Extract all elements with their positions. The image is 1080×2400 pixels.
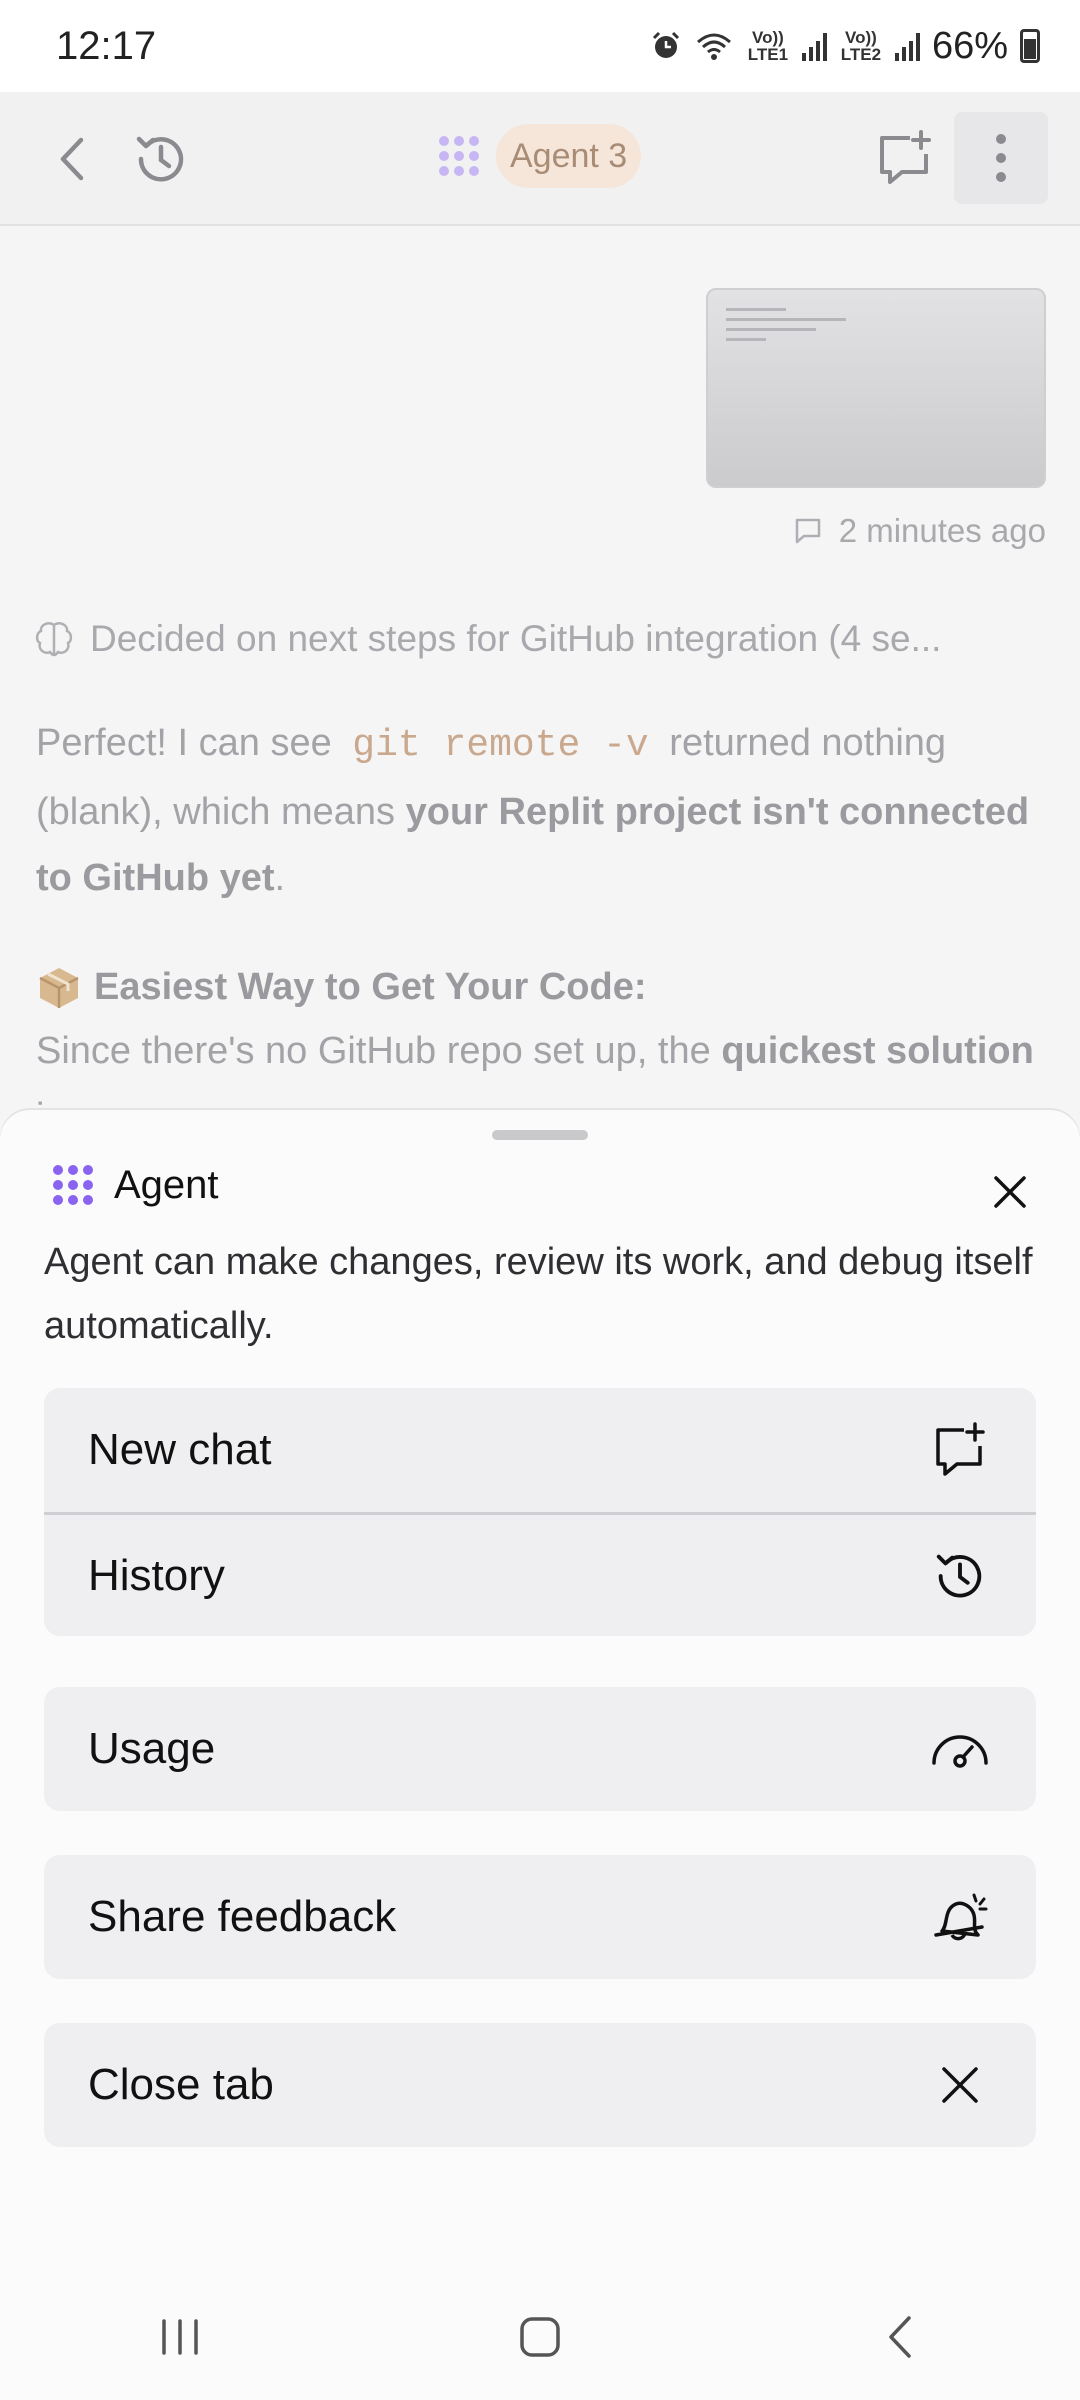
clock: 12:17 [56, 23, 157, 68]
chat-actions-group: New chat History [44, 1388, 1036, 1636]
agent-version-badge: Agent 3 [496, 124, 642, 188]
recents-icon [162, 2318, 198, 2355]
signal2-icon [894, 31, 920, 61]
sim1-label: Vo)) LTE1 [747, 28, 789, 64]
package-icon [39, 968, 79, 1008]
message-paragraph-1: Perfect! I can see git remote -v returne… [36, 710, 1046, 911]
new-chat-icon [880, 130, 931, 184]
sheet-drag-handle[interactable] [492, 1130, 588, 1140]
agent-bottom-sheet: Agent Agent can make changes, review its… [0, 1110, 1080, 2273]
new-chat-icon [928, 1418, 992, 1482]
history-menu-item[interactable]: History [44, 1512, 1036, 1636]
p1-text: Perfect! I can see [36, 722, 332, 764]
wifi-icon [696, 33, 731, 60]
usage-label: Usage [88, 1724, 216, 1773]
back-icon [889, 2315, 911, 2358]
close-tab-group: Close tab [44, 2023, 1036, 2147]
close-icon [928, 2053, 992, 2117]
close-tab-label: Close tab [88, 2060, 274, 2109]
p2-text: Since there's no GitHub repo set up, the [36, 1030, 711, 1072]
alarm-icon [652, 31, 679, 58]
screenshot-attachment[interactable] [706, 288, 1046, 488]
timestamp-text: 2 minutes ago [838, 512, 1046, 549]
system-back-button[interactable] [840, 2297, 960, 2377]
battery-percent: 66% [931, 24, 1008, 67]
recent-apps-button[interactable] [120, 2297, 240, 2377]
share-feedback-menu-item[interactable]: Share feedback [44, 1855, 1036, 1979]
agent-logo-icon [439, 136, 479, 176]
close-icon [994, 1176, 1026, 1208]
heading-text: Easiest Way to Get Your Code: [94, 966, 647, 1008]
back-button[interactable] [28, 114, 118, 204]
inline-code: git remote -v [352, 724, 649, 767]
more-vert-icon [996, 134, 1006, 182]
message-heading: Easiest Way to Get Your Code: [36, 954, 1046, 1020]
feedback-group: Share feedback [44, 1855, 1036, 1979]
agent-logo-icon [53, 1165, 93, 1205]
new-chat-button[interactable] [860, 114, 950, 204]
app-header: Agent 3 [0, 92, 1080, 226]
battery-icon [1020, 29, 1040, 63]
close-tab-menu-item[interactable]: Close tab [44, 2023, 1036, 2147]
p1-end: . [274, 857, 286, 899]
share-feedback-label: Share feedback [88, 1892, 397, 1941]
p2-end: is: [36, 1096, 74, 1108]
system-nav-bar [0, 2273, 1080, 2400]
thought-text: Decided on next steps for GitHub integra… [90, 618, 942, 659]
usage-menu-item[interactable]: Usage [44, 1687, 1036, 1811]
message-timestamp: 2 minutes ago [793, 512, 1046, 550]
sim2-label: Vo)) LTE2 [840, 28, 882, 64]
history-icon [136, 136, 184, 182]
comment-icon [795, 518, 820, 544]
new-chat-menu-item[interactable]: New chat [44, 1388, 1036, 1512]
history-button[interactable] [116, 114, 206, 204]
sheet-title: Agent [114, 1162, 219, 1207]
p2-bold: quickest solution [721, 1030, 1034, 1072]
sheet-description: Agent can make changes, review its work,… [44, 1241, 1033, 1347]
history-label: History [88, 1550, 225, 1600]
home-button[interactable] [480, 2297, 600, 2377]
status-bar: 12:17 Vo)) LTE1 Vo)) LTE2 66% [0, 0, 1080, 92]
sheet-header: Agent [50, 1162, 219, 1208]
more-options-button[interactable] [954, 112, 1048, 204]
chat-transcript: 2 minutes ago Decided on next steps for … [0, 228, 1080, 1108]
brain-icon [35, 622, 73, 657]
back-icon [60, 137, 84, 181]
signal1-icon [801, 31, 827, 61]
message-paragraph-2: Since there's no GitHub repo set up, the… [36, 1018, 1046, 1108]
gauge-icon [928, 1717, 992, 1781]
bell-sparkle-icon [928, 1885, 992, 1949]
thought-summary[interactable]: Decided on next steps for GitHub integra… [34, 618, 941, 660]
agent-selector[interactable]: Agent 3 [436, 124, 642, 188]
sheet-close-button[interactable] [980, 1162, 1040, 1222]
home-icon [520, 2316, 560, 2357]
new-chat-label: New chat [88, 1425, 272, 1474]
history-icon [928, 1544, 992, 1608]
status-icons: Vo)) LTE1 Vo)) LTE2 66% [650, 25, 1040, 68]
usage-group: Usage [44, 1687, 1036, 1811]
